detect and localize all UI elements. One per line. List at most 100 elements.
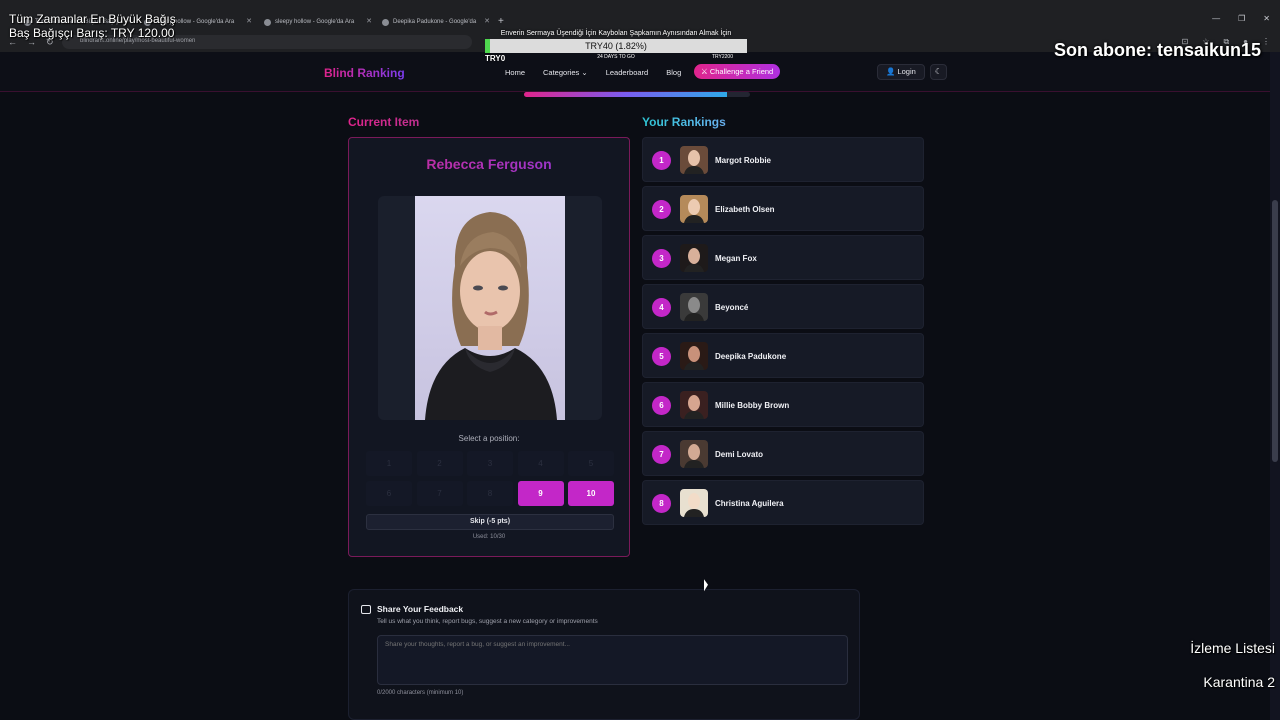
- feedback-description: Tell us what you think, report bugs, sug…: [377, 618, 598, 625]
- donation-line-2: Baş Bağışçı Barış: TRY 120.00: [9, 26, 175, 40]
- current-item-title: Current Item: [348, 115, 420, 129]
- nav-links: Home Categories ⌄ Leaderboard Blog: [505, 68, 681, 77]
- ranking-name: Megan Fox: [715, 254, 757, 263]
- position-button-9[interactable]: 9: [517, 481, 564, 506]
- donation-line-1: Tüm Zamanlar En Büyük Bağış: [9, 12, 176, 26]
- ranking-row-1: 1 Margot Robbie: [642, 137, 924, 182]
- thumbnail-face: [684, 395, 704, 419]
- ranking-name: Margot Robbie: [715, 156, 771, 165]
- photo-frame: [378, 196, 602, 420]
- position-button-8[interactable]: 8: [467, 481, 513, 506]
- ranking-row-2: 2 Elizabeth Olsen: [642, 186, 924, 231]
- scrollbar-thumb[interactable]: [1272, 200, 1278, 462]
- chevron-down-icon: ⌄: [581, 68, 588, 77]
- login-button[interactable]: 👤 Login: [877, 64, 925, 80]
- ranking-thumbnail: [680, 489, 708, 517]
- user-icon: 👤: [886, 67, 896, 76]
- rank-number-badge: 5: [652, 347, 671, 366]
- ranking-thumbnail: [680, 146, 708, 174]
- position-button-10[interactable]: 10: [568, 481, 614, 506]
- ranking-name: Elizabeth Olsen: [715, 205, 775, 214]
- new-tab-button[interactable]: +: [498, 16, 504, 27]
- goal-value: TRY40 (1.82%): [585, 41, 647, 51]
- nav-link-home[interactable]: Home: [505, 68, 525, 77]
- swords-icon: ⚔: [701, 67, 708, 76]
- nav-link-categories[interactable]: Categories ⌄: [543, 68, 588, 77]
- close-window-icon[interactable]: ✕: [1263, 14, 1270, 23]
- ranking-thumbnail: [680, 293, 708, 321]
- favicon-icon: [382, 18, 389, 26]
- ranking-row-7: 7 Demi Lovato: [642, 431, 924, 476]
- position-button-6[interactable]: 6: [366, 481, 412, 506]
- thumbnail-face: [684, 248, 704, 272]
- position-button-4[interactable]: 4: [517, 451, 564, 476]
- feedback-title: Share Your Feedback: [377, 604, 464, 614]
- donation-overlay: Tüm Zamanlar En Büyük Bağış Baş Bağışçı …: [9, 12, 176, 40]
- scrollbar[interactable]: [1270, 52, 1280, 720]
- browser-tab[interactable]: Deepika Padukone - Google'da ✕: [376, 14, 494, 30]
- ranking-row-8: 8 Christina Aguilera: [642, 480, 924, 525]
- ranking-name: Christina Aguilera: [715, 499, 784, 508]
- thumbnail-face: [684, 199, 704, 223]
- nav-link-blog[interactable]: Blog: [666, 68, 681, 77]
- portrait-illustration: [425, 212, 557, 420]
- browser-tab[interactable]: sleepy hollow - Google'da Ara ✕: [258, 14, 376, 30]
- rank-number-badge: 2: [652, 200, 671, 219]
- ranking-row-3: 3 Megan Fox: [642, 235, 924, 280]
- minimize-icon[interactable]: —: [1212, 14, 1220, 23]
- mouse-cursor: [704, 579, 708, 593]
- ranking-thumbnail: [680, 195, 708, 223]
- thumbnail-face: [684, 444, 704, 468]
- maximize-icon[interactable]: ❐: [1238, 14, 1245, 23]
- menu-icon[interactable]: ⋮: [1262, 37, 1270, 47]
- rankings-list: 1 Margot Robbie 2 Elizabeth Olsen 3 Megan Fox…: [642, 137, 924, 529]
- ranking-row-6: 6 Millie Bobby Brown: [642, 382, 924, 427]
- watchlist-overlay: İzleme Listesi: [1190, 640, 1275, 656]
- nav-link-leaderboard[interactable]: Leaderboard: [606, 68, 649, 77]
- position-button-3[interactable]: 3: [467, 451, 513, 476]
- goal-max: TRY2200: [711, 54, 733, 60]
- skip-usage-label: Used: 10/30: [472, 534, 506, 540]
- ranking-row-4: 4 Beyoncé: [642, 284, 924, 329]
- ranking-name: Beyoncé: [715, 303, 749, 312]
- position-button-7[interactable]: 7: [416, 481, 463, 506]
- ranking-name: Demi Lovato: [715, 450, 764, 459]
- rank-number-badge: 8: [652, 494, 671, 513]
- feedback-char-counter: 0/2000 characters (minimum 10): [377, 690, 464, 696]
- close-tab-icon[interactable]: ✕: [366, 17, 372, 25]
- ranking-name: Millie Bobby Brown: [715, 401, 790, 410]
- position-button-5[interactable]: 5: [568, 451, 614, 476]
- rank-number-badge: 4: [652, 298, 671, 317]
- favicon-icon: [264, 18, 271, 26]
- feedback-textarea[interactable]: [377, 635, 848, 685]
- ranking-progress-fill: [524, 92, 728, 97]
- position-grid: 1 2 3 4 5 6 7 8 9 10: [366, 451, 614, 506]
- ranking-progress-bar: [524, 92, 750, 97]
- thumbnail-face: [684, 150, 704, 174]
- current-item-photo: [415, 196, 565, 420]
- current-item-card: Rebecca Ferguson Select a position: 1234…: [348, 137, 630, 557]
- close-tab-icon[interactable]: ✕: [484, 17, 490, 25]
- message-square-icon: [361, 605, 371, 614]
- goal-title: Enverin Sermaya Üşendiği İçin Kaybolan Ş…: [500, 30, 732, 37]
- brand-logo[interactable]: Blind Ranking: [324, 66, 405, 80]
- thumbnail-face: [684, 297, 704, 321]
- goal-days: 24 DAYS TO GO: [597, 54, 635, 60]
- skip-button[interactable]: Skip (-5 pts): [366, 514, 614, 530]
- thumbnail-face: [684, 493, 704, 517]
- donation-goal-widget: Enverin Sermaya Üşendiği İçin Kaybolan Ş…: [485, 30, 747, 63]
- position-button-2[interactable]: 2: [416, 451, 463, 476]
- ranking-thumbnail: [680, 244, 708, 272]
- close-tab-icon[interactable]: ✕: [246, 17, 252, 25]
- tab-strip: Tüm Zamanlar En Büyük Bağış ✕ sleepy holl…: [0, 14, 1280, 30]
- ranking-thumbnail: [680, 391, 708, 419]
- rank-number-badge: 3: [652, 249, 671, 268]
- position-button-1[interactable]: 1: [366, 451, 412, 476]
- ranking-row-5: 5 Deepika Padukone: [642, 333, 924, 378]
- rank-number-badge: 6: [652, 396, 671, 415]
- challenge-friend-button[interactable]: ⚔ Challenge a Friend: [694, 64, 781, 79]
- feedback-section: Share Your Feedback Tell us what you thi…: [348, 589, 860, 720]
- goal-footer: TRY0 24 DAYS TO GO TRY2200: [485, 53, 747, 63]
- theme-toggle-button[interactable]: ☾: [930, 64, 947, 80]
- current-item-name: Rebecca Ferguson: [349, 156, 629, 172]
